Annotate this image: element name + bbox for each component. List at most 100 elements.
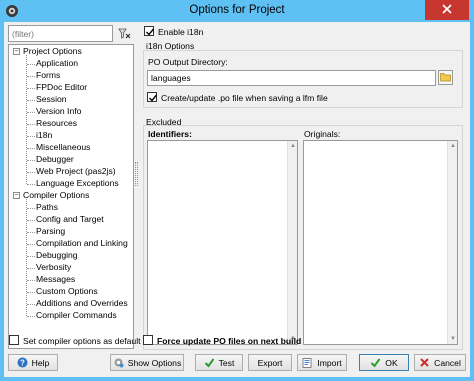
title-bar[interactable]: Options for Project: [0, 0, 474, 22]
tree-connector-line: [26, 199, 27, 316]
tree-connector-line: [27, 184, 35, 185]
window-title: Options for Project: [189, 4, 285, 16]
tree-connector-line: [27, 292, 35, 293]
clear-filter-icon[interactable]: [116, 25, 133, 42]
tree-item-parsing[interactable]: Parsing: [36, 226, 65, 237]
test-button[interactable]: Test: [195, 354, 243, 371]
tree-item-config-and-target[interactable]: Config and Target: [36, 214, 104, 225]
tree-item-fpdoc-editor[interactable]: FPDoc Editor: [36, 82, 87, 93]
tree-item-custom-options[interactable]: Custom Options: [36, 286, 98, 297]
tree-item-web-project-pas2js[interactable]: Web Project (pas2js): [36, 166, 116, 177]
tree-connector-line: [27, 244, 35, 245]
svg-text:?: ?: [20, 358, 25, 367]
tree-connector-line: [27, 112, 35, 113]
tree-item-miscellaneous[interactable]: Miscellaneous: [36, 142, 90, 153]
options-window: Options for Project −Project OptionsAppl…: [0, 0, 474, 381]
tree-connector-line: [27, 280, 35, 281]
help-button-label: Help: [31, 357, 50, 368]
browse-directory-button[interactable]: [438, 70, 453, 85]
force-update-po-checkbox[interactable]: [143, 335, 153, 345]
create-update-po-label: Create/update .po file when saving a lfm…: [161, 93, 328, 103]
tree-connector-line: [27, 304, 35, 305]
tree-item-debugging[interactable]: Debugging: [36, 250, 78, 261]
identifiers-label: Identifiers:: [148, 129, 192, 139]
show-options-button-label: Show Options: [127, 357, 182, 368]
tree-connector-line: [27, 256, 35, 257]
tree-connector-line: [27, 124, 35, 125]
tree-connector-line: [27, 148, 35, 149]
close-button[interactable]: [425, 0, 469, 20]
tree-expander-icon[interactable]: −: [13, 48, 20, 55]
tree-connector-line: [27, 220, 35, 221]
cancel-x-icon: [419, 357, 430, 368]
scroll-up-icon[interactable]: ▲: [290, 143, 296, 149]
tree-item-i18n[interactable]: i18n: [36, 130, 53, 141]
filter-input[interactable]: [8, 25, 113, 42]
show-options-button[interactable]: Show Options: [110, 354, 184, 371]
import-button[interactable]: Import: [297, 354, 347, 371]
set-default-label: Set compiler options as default: [23, 336, 141, 346]
show-options-icon: [113, 357, 124, 368]
tree-connector-line: [26, 55, 27, 184]
tree-item-debugger[interactable]: Debugger: [36, 154, 74, 165]
export-button-label: Export: [257, 357, 283, 368]
po-output-directory-input[interactable]: languages: [147, 70, 436, 86]
tree-item-language-exceptions[interactable]: Language Exceptions: [36, 178, 119, 189]
tree-item-compilation-and-linking[interactable]: Compilation and Linking: [36, 238, 128, 249]
tree-item-compiler-commands[interactable]: Compiler Commands: [36, 310, 117, 321]
tree-item-application[interactable]: Application: [36, 58, 78, 69]
tree-item-paths[interactable]: Paths: [36, 202, 58, 213]
originals-scrollbar[interactable]: ▲ ▼: [447, 141, 457, 344]
tree-connector-line: [27, 76, 35, 77]
panel-splitter[interactable]: [135, 162, 138, 186]
test-check-icon: [204, 357, 215, 368]
originals-label: Originals:: [304, 129, 341, 139]
identifiers-list[interactable]: ▲ ▼: [147, 140, 298, 345]
tree-connector-line: [27, 316, 35, 317]
dialog-client-area: −Project OptionsApplicationFormsFPDoc Ed…: [4, 22, 470, 377]
tree-item-session[interactable]: Session: [36, 94, 67, 105]
tree-item-resources[interactable]: Resources: [36, 118, 77, 129]
close-icon: [442, 4, 452, 16]
test-button-label: Test: [218, 357, 235, 368]
enable-i18n-label: Enable i18n: [158, 27, 204, 37]
set-default-checkbox[interactable]: [9, 335, 19, 345]
tree-item-verbosity[interactable]: Verbosity: [36, 262, 71, 273]
tree-connector-line: [27, 172, 35, 173]
help-icon: ?: [17, 357, 28, 368]
folder-icon: [440, 72, 451, 84]
tree-connector-line: [27, 100, 35, 101]
tree-connector-line: [27, 64, 35, 65]
tree-item-version-info[interactable]: Version Info: [36, 106, 81, 117]
tree-connector-line: [27, 136, 35, 137]
cancel-button[interactable]: Cancel: [414, 354, 466, 371]
tree-connector-line: [27, 232, 35, 233]
tree-connector-line: [27, 160, 35, 161]
tree-connector-line: [27, 208, 35, 209]
force-update-po-label: Force update PO files on next build: [157, 336, 302, 346]
ok-check-icon: [370, 357, 381, 368]
originals-list[interactable]: ▲ ▼: [303, 140, 458, 345]
enable-i18n-checkbox[interactable]: [144, 26, 155, 36]
scroll-up-icon[interactable]: ▲: [450, 143, 456, 149]
tree-item-compiler-options[interactable]: Compiler Options: [23, 190, 89, 201]
tree-item-forms[interactable]: Forms: [36, 70, 60, 81]
export-button[interactable]: Export: [248, 354, 292, 371]
help-button[interactable]: ? Help: [8, 354, 58, 371]
tree-connector-line: [27, 268, 35, 269]
options-tree[interactable]: − Project Options Application Forms FPDoc Ed…: [8, 44, 134, 349]
create-update-po-checkbox[interactable]: [147, 92, 158, 102]
po-output-directory-label: PO Output Directory:: [148, 57, 228, 67]
import-button-label: Import: [317, 357, 342, 368]
tree-item-additions-and-overrides[interactable]: Additions and Overrides: [36, 298, 128, 309]
tree-item-project-options[interactable]: Project Options: [23, 46, 82, 57]
tree-item-messages[interactable]: Messages: [36, 274, 75, 285]
import-icon: [302, 357, 313, 368]
tree-connector-line: [27, 88, 35, 89]
tree-expander-icon[interactable]: −: [13, 192, 20, 199]
identifiers-scrollbar[interactable]: ▲ ▼: [287, 141, 297, 344]
scroll-down-icon[interactable]: ▼: [450, 336, 456, 342]
ok-button-label: OK: [385, 357, 398, 368]
cancel-button-label: Cancel: [434, 357, 461, 368]
ok-button[interactable]: OK: [359, 354, 409, 371]
